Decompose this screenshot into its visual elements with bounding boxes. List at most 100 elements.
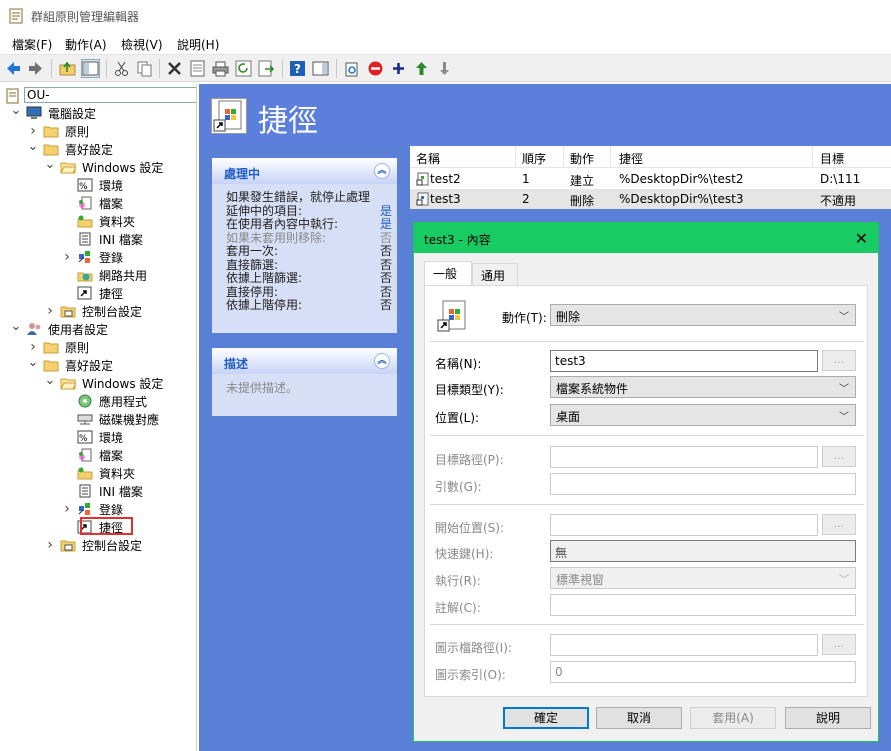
tree-root[interactable]: OU- <box>6 86 196 104</box>
icon-index-field[interactable]: 0 <box>550 661 856 683</box>
stop-icon[interactable] <box>367 60 384 77</box>
dialog-title-bar[interactable]: test3 - 內容 ✕ <box>414 223 878 253</box>
name-browse-button[interactable]: ... <box>822 350 856 371</box>
tree-item[interactable]: ⌄ 使用者設定 <box>10 319 108 338</box>
forward-icon[interactable] <box>27 60 44 77</box>
description-panel-header[interactable]: 描述 ︽ <box>212 348 397 374</box>
chevron-right-icon[interactable]: › <box>61 249 73 265</box>
drive-map-icon <box>77 412 93 426</box>
column-action[interactable]: 動作 <box>570 150 594 167</box>
icon-path-field[interactable] <box>550 634 818 656</box>
export-icon[interactable] <box>258 60 275 77</box>
hotkey-field[interactable]: 無 <box>550 540 856 562</box>
tree-item[interactable]: › 原則 <box>27 122 89 140</box>
add-icon[interactable] <box>390 60 407 77</box>
arguments-field[interactable] <box>550 473 856 495</box>
refresh-icon[interactable] <box>235 60 252 77</box>
table-row[interactable]: test3 2 刪除 %DesktopDir%\test3 不適用 <box>410 189 891 209</box>
tab-page-general: 動作(T): 刪除 ﹀ 名稱(N): test3 ... 目標類型(Y): 檔案… <box>424 285 868 697</box>
target-type-select[interactable]: 檔案系統物件 ﹀ <box>550 376 856 398</box>
close-icon[interactable]: ✕ <box>855 229 868 248</box>
column-target[interactable]: 目標 <box>820 150 844 167</box>
tab-general[interactable]: 一般 <box>424 261 472 286</box>
tree-item[interactable]: 網路共用 <box>61 266 147 284</box>
tab-common[interactable]: 通用 <box>472 263 518 285</box>
tree-item[interactable]: › 控制台設定 <box>44 536 142 554</box>
table-row[interactable]: test2 1 建立 %DesktopDir%\test2 D:\111 <box>410 169 891 189</box>
help-icon[interactable]: ? <box>289 60 306 77</box>
tree-item[interactable]: 磁碟機對應 <box>61 410 159 428</box>
chevron-down-icon[interactable]: ⌄ <box>10 103 22 118</box>
back-icon[interactable] <box>5 60 22 77</box>
tree-item[interactable]: › 控制台設定 <box>44 302 142 320</box>
action-pane-icon[interactable] <box>312 60 329 77</box>
tree-item[interactable]: ⌄ Windows 設定 <box>44 373 164 392</box>
tree-item[interactable]: ⌄ Windows 設定 <box>44 157 164 176</box>
target-path-browse-button[interactable]: ... <box>822 446 856 467</box>
tree-item[interactable]: 資料夾 <box>61 212 135 230</box>
user-icon <box>26 322 42 336</box>
location-select[interactable]: 桌面 ﹀ <box>550 404 856 426</box>
help-button[interactable]: 說明 <box>785 707 871 729</box>
shortcut-list: 名稱 順序 動作 捷徑 目標 test2 1 建立 %DesktopDir%\test… <box>410 146 891 209</box>
run-select[interactable]: 標準視窗 ﹀ <box>550 567 856 589</box>
move-up-icon[interactable] <box>413 60 430 77</box>
tree-item[interactable]: 資料夾 <box>61 464 135 482</box>
tree-item[interactable]: › 登錄 <box>61 500 123 518</box>
tree-item[interactable]: › 登錄 <box>61 248 123 266</box>
action-select[interactable]: 刪除 ﹀ <box>550 304 856 326</box>
menu-view[interactable]: 檢視(V) <box>121 36 163 53</box>
copy-icon[interactable] <box>136 60 153 77</box>
chevron-down-icon[interactable]: ⌄ <box>44 373 56 388</box>
move-down-icon[interactable] <box>436 60 453 77</box>
name-field[interactable]: test3 <box>550 350 818 372</box>
tree-item[interactable]: INI 檔案 <box>61 482 143 500</box>
icon-path-browse-button[interactable]: ... <box>822 634 856 655</box>
delete-icon[interactable] <box>166 60 183 77</box>
new-item-icon[interactable] <box>344 60 361 77</box>
tree-item[interactable]: INI 檔案 <box>61 230 143 248</box>
column-name[interactable]: 名稱 <box>416 150 440 167</box>
chevron-right-icon[interactable]: › <box>44 537 56 553</box>
chevron-down-icon[interactable]: ⌄ <box>10 319 22 334</box>
print-icon[interactable] <box>212 60 229 77</box>
menu-file[interactable]: 檔案(F) <box>12 36 52 53</box>
chevron-down-icon[interactable]: ⌄ <box>27 355 39 370</box>
column-order[interactable]: 順序 <box>522 150 546 167</box>
chevron-right-icon[interactable]: › <box>27 123 39 139</box>
start-in-field[interactable] <box>550 514 818 536</box>
tree-item[interactable]: 檔案 <box>61 194 123 212</box>
processing-panel-header[interactable]: 處理中 ︽ <box>212 158 397 184</box>
cancel-button[interactable]: 取消 <box>596 707 682 729</box>
start-in-browse-button[interactable]: ... <box>822 514 856 535</box>
tree-item[interactable]: ⌄ 電腦設定 <box>10 103 96 122</box>
tree-item[interactable]: % 環境 <box>61 176 123 194</box>
properties-icon[interactable] <box>189 60 206 77</box>
up-folder-icon[interactable] <box>59 60 76 77</box>
menu-help[interactable]: 說明(H) <box>177 36 219 53</box>
tree-item[interactable]: 捷徑 <box>61 284 123 302</box>
cut-icon[interactable] <box>113 60 130 77</box>
menu-action[interactable]: 動作(A) <box>65 36 107 53</box>
tree-item[interactable]: ⌄ 喜好設定 <box>27 139 113 158</box>
tree-item[interactable]: › 原則 <box>27 338 89 356</box>
collapse-icon[interactable]: ︽ <box>374 353 390 369</box>
tree-item[interactable]: 應用程式 <box>61 392 147 410</box>
comment-field[interactable] <box>550 594 856 616</box>
chevron-right-icon[interactable]: › <box>44 303 56 319</box>
ok-button[interactable]: 確定 <box>503 707 589 729</box>
show-hide-tree-icon[interactable] <box>81 59 100 78</box>
chevron-right-icon[interactable]: › <box>27 339 39 355</box>
target-path-field[interactable] <box>550 446 818 468</box>
apply-button[interactable]: 套用(A) <box>690 707 776 729</box>
chevron-right-icon[interactable]: › <box>61 501 73 517</box>
chevron-down-icon[interactable]: ⌄ <box>44 157 56 172</box>
tree-item[interactable]: % 環境 <box>61 428 123 446</box>
tree-item[interactable]: ⌄ 喜好設定 <box>27 355 113 374</box>
tree-item[interactable]: 檔案 <box>61 446 123 464</box>
chevron-down-icon[interactable]: ⌄ <box>27 139 39 154</box>
column-shortcut[interactable]: 捷徑 <box>619 150 643 167</box>
collapse-icon[interactable]: ︽ <box>374 163 390 179</box>
